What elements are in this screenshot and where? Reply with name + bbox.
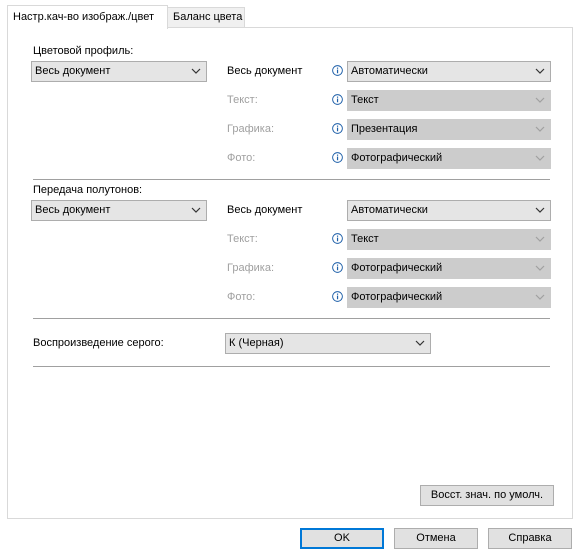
color-text-select[interactable]: Текст (347, 90, 551, 111)
gray-reproduction-select[interactable]: К (Черная) (225, 333, 431, 354)
color-all-select[interactable]: Автоматически (347, 61, 551, 82)
halftone-text-select[interactable]: Текст (347, 229, 551, 250)
color-photo-select[interactable]: Фотографический (347, 148, 551, 169)
color-text-label: Текст: (227, 94, 258, 106)
chevron-down-icon (535, 126, 545, 132)
chevron-down-icon (191, 68, 201, 74)
color-graphics-select[interactable]: Презентация (347, 119, 551, 140)
halftone-all-label: Весь документ (227, 204, 303, 216)
chevron-down-icon (535, 155, 545, 161)
halftone-heading: Передача полутонов: (33, 184, 143, 196)
info-icon (332, 65, 343, 76)
halftone-photo-select[interactable]: Фотографический (347, 287, 551, 308)
restore-defaults-button[interactable]: Восст. знач. по умолч. (420, 485, 554, 506)
chevron-down-icon (191, 207, 201, 213)
tab-label: Баланс цвета (173, 11, 243, 23)
select-value: Фотографический (351, 152, 443, 164)
info-icon (332, 291, 343, 302)
color-photo-label: Фото: (227, 152, 256, 164)
chevron-down-icon (535, 265, 545, 271)
section-divider (33, 366, 550, 367)
select-value: Текст (351, 233, 379, 245)
color-all-label: Весь документ (227, 65, 303, 77)
halftone-photo-label: Фото: (227, 291, 256, 303)
select-value: К (Черная) (229, 337, 284, 349)
select-value: Автоматически (351, 65, 428, 77)
chevron-down-icon (535, 236, 545, 242)
select-value: Фотографический (351, 291, 443, 303)
color-graphics-label: Графика: (227, 123, 274, 135)
info-icon (332, 94, 343, 105)
tab-color-balance[interactable]: Баланс цвета (167, 7, 245, 27)
ok-button[interactable]: OK (300, 528, 384, 549)
chevron-down-icon (535, 207, 545, 213)
tab-label: Настр.кач-во изображ./цвет (13, 11, 154, 23)
cancel-button[interactable]: Отмена (394, 528, 478, 549)
chevron-down-icon (535, 97, 545, 103)
select-value: Весь документ (35, 204, 111, 216)
select-value: Презентация (351, 123, 418, 135)
select-value: Текст (351, 94, 379, 106)
color-profile-heading: Цветовой профиль: (33, 45, 134, 57)
section-divider (33, 318, 550, 319)
select-value: Фотографический (351, 262, 443, 274)
chevron-down-icon (415, 340, 425, 346)
color-profile-scope-select[interactable]: Весь документ (31, 61, 207, 82)
info-icon (332, 123, 343, 134)
chevron-down-icon (535, 68, 545, 74)
halftone-text-label: Текст: (227, 233, 258, 245)
chevron-down-icon (535, 294, 545, 300)
gray-reproduction-label: Воспроизведение серого: (33, 337, 164, 349)
halftone-graphics-label: Графика: (227, 262, 274, 274)
select-value: Автоматически (351, 204, 428, 216)
tab-image-quality-color[interactable]: Настр.кач-во изображ./цвет (7, 5, 168, 29)
info-icon (332, 262, 343, 273)
halftone-all-select[interactable]: Автоматически (347, 200, 551, 221)
halftone-graphics-select[interactable]: Фотографический (347, 258, 551, 279)
select-value: Весь документ (35, 65, 111, 77)
info-icon (332, 152, 343, 163)
info-icon (332, 233, 343, 244)
section-divider (33, 179, 550, 180)
help-button[interactable]: Справка (488, 528, 572, 549)
halftone-scope-select[interactable]: Весь документ (31, 200, 207, 221)
